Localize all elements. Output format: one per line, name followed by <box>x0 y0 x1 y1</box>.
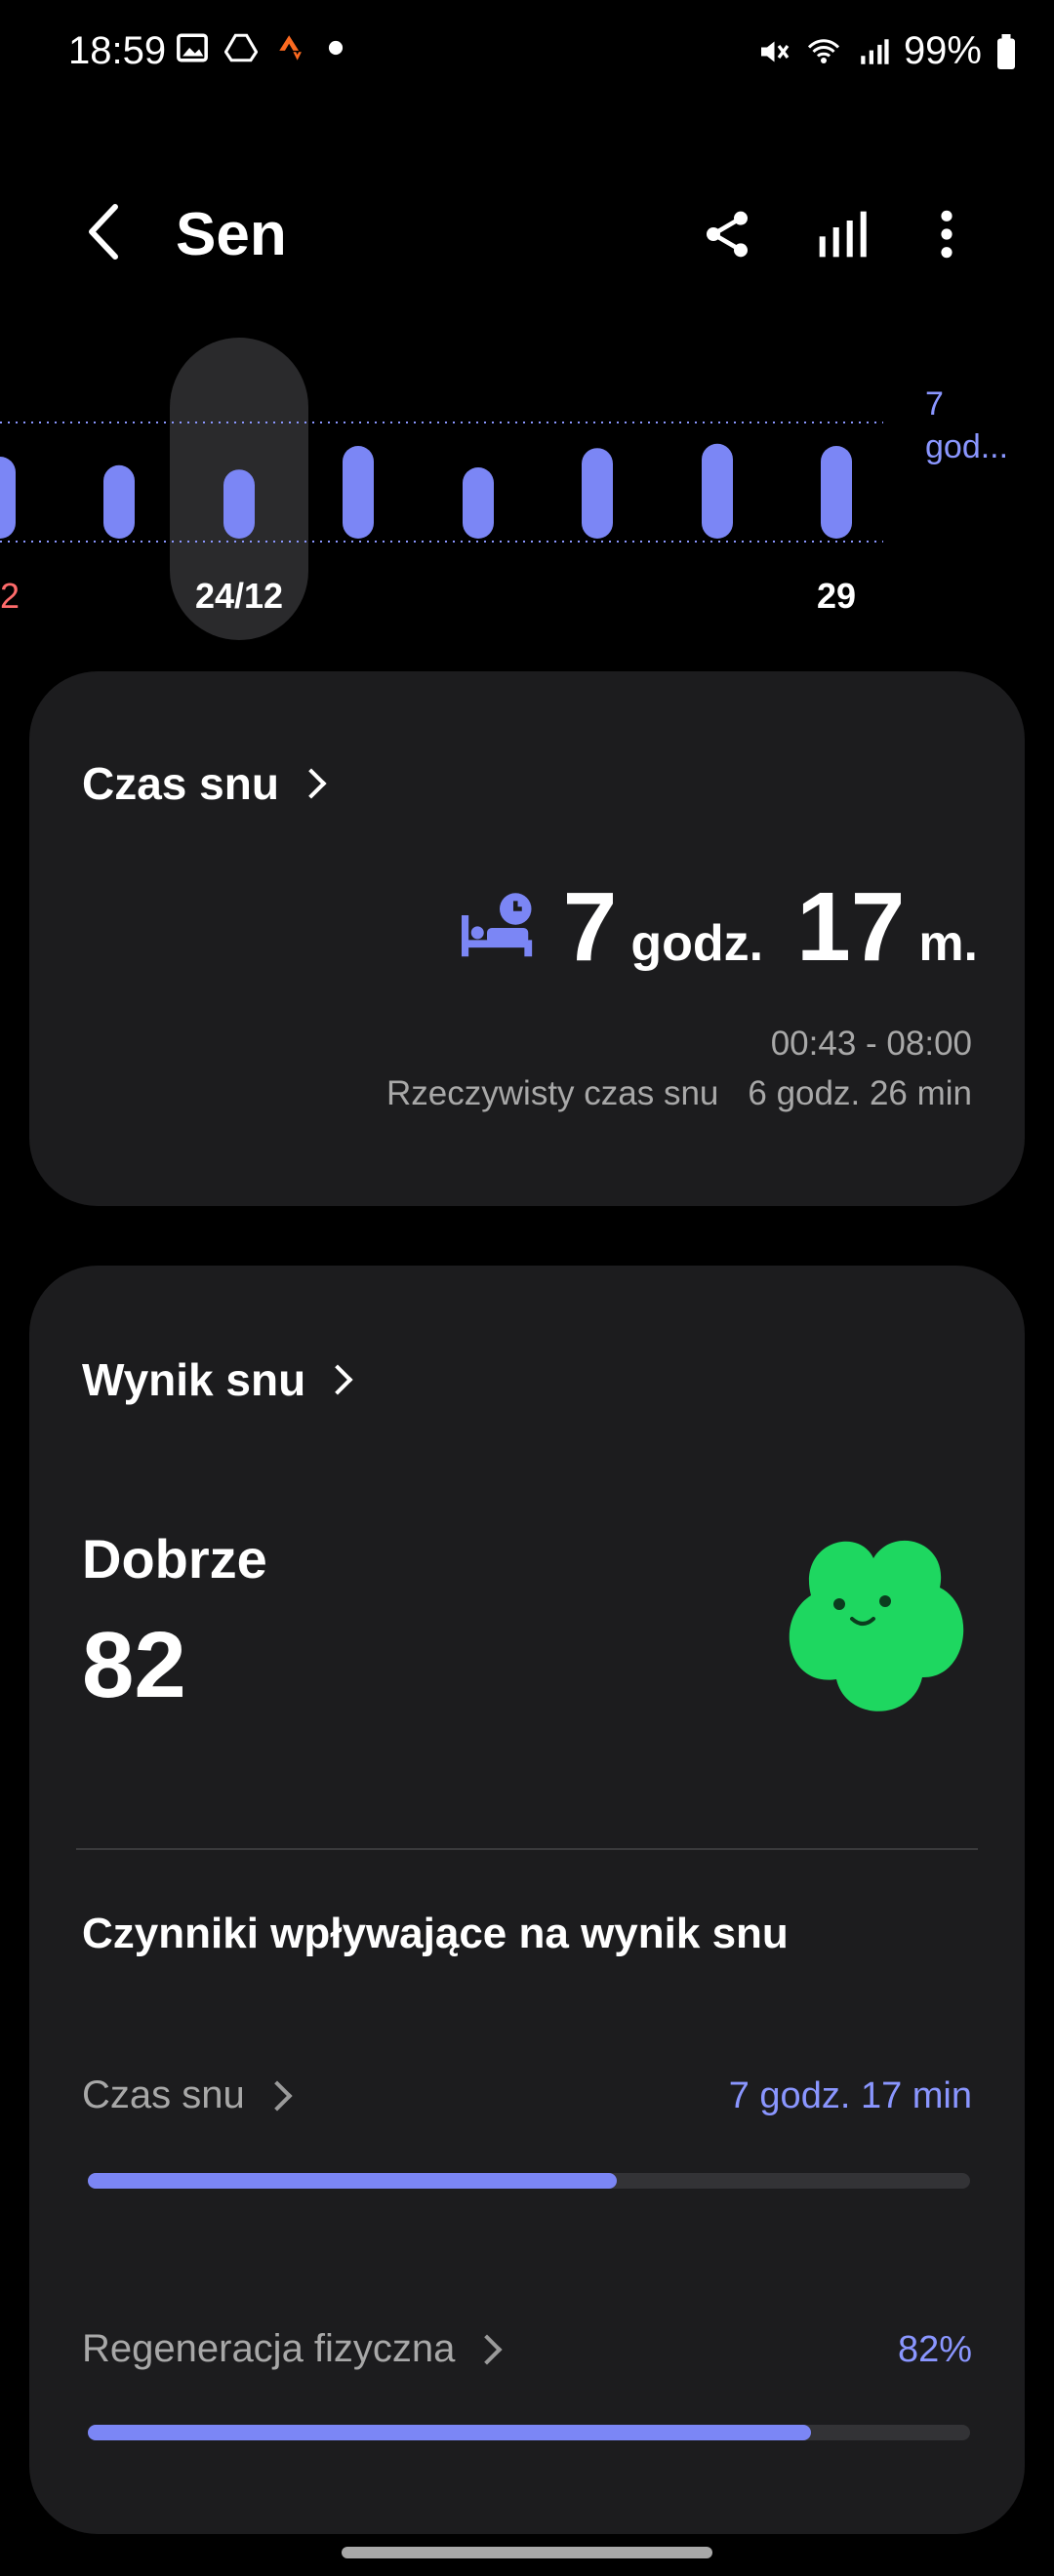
home-indicator[interactable] <box>342 2547 712 2558</box>
factor-value: 82% <box>897 2329 972 2370</box>
actual-sleep-label: Rzeczywisty czas snu <box>386 1074 719 1112</box>
sleep-minutes-unit: m. <box>918 915 978 972</box>
actual-sleep-row: Rzeczywisty czas snu 6 godz. 26 min <box>386 1074 972 1113</box>
chart-day-label[interactable]: 28 <box>698 576 737 616</box>
strava-icon <box>279 35 302 60</box>
factor-progress-fill <box>88 2173 618 2189</box>
sleep-minutes: 17 <box>796 872 906 982</box>
sleep-mascot-icon <box>789 1540 964 1711</box>
chart-day-label[interactable]: 2 <box>0 576 20 616</box>
sleep-hours: 7 <box>562 872 618 982</box>
chart-bar[interactable] <box>463 467 494 539</box>
sleep-time-card[interactable]: Czas snu 7 godz. 17 m. 00:43 - 08:00 Rze… <box>29 671 1025 1206</box>
chart-day-label[interactable]: 26 <box>459 576 498 616</box>
signal-icon <box>861 38 889 64</box>
back-arrow-icon <box>89 204 118 260</box>
sleep-duration-chart[interactable]: 2 23 24/12 25 26 27 28 29 <box>0 332 1054 644</box>
dot-icon <box>328 40 344 56</box>
sleep-time-title[interactable]: Czas snu <box>82 757 327 810</box>
chart-axis-value: 7 <box>925 385 944 423</box>
battery-text: 99% <box>903 29 982 72</box>
image-icon <box>177 33 208 62</box>
factor-value: 7 godz. 17 min <box>728 2075 972 2116</box>
sleep-score-value: 82 <box>82 1613 186 1717</box>
page-title: Sen <box>176 201 287 268</box>
chevron-right-icon <box>296 768 327 799</box>
chart-day-label[interactable]: 27 <box>578 576 617 616</box>
actual-sleep-value: 6 godz. 26 min <box>748 1074 972 1112</box>
chart-day-label[interactable]: 25 <box>339 576 378 616</box>
factor-label: Czas snu <box>82 2073 245 2116</box>
sleep-score-rating: Dobrze <box>82 1528 267 1590</box>
factor-progress-fill <box>88 2425 812 2440</box>
share-button[interactable] <box>693 200 761 268</box>
chart-bar[interactable] <box>343 446 374 539</box>
status-notification-icons <box>176 31 345 64</box>
chart-bar[interactable] <box>702 443 733 539</box>
chart-bar[interactable] <box>103 464 135 539</box>
chart-bar[interactable] <box>0 457 16 539</box>
factor-progress-track <box>88 2425 970 2440</box>
drive-icon <box>224 33 258 62</box>
chevron-right-icon <box>322 1364 353 1395</box>
factor-physical-recovery[interactable]: Regeneracja fizyczna <box>82 2327 503 2371</box>
chart-bar[interactable] <box>582 448 613 539</box>
more-icon <box>941 210 953 259</box>
chart-icon <box>819 211 867 258</box>
chart-axis-label: 7 god... <box>925 382 1033 468</box>
chart-day-label[interactable]: 29 <box>817 576 856 616</box>
factor-label: Regeneracja fizyczna <box>82 2327 456 2370</box>
bed-clock-icon <box>461 892 532 956</box>
chevron-right-icon <box>262 2079 293 2112</box>
chart-bar[interactable] <box>821 446 852 539</box>
mute-icon <box>760 41 790 61</box>
sleep-time-range: 00:43 - 08:00 <box>770 1025 972 1063</box>
chevron-right-icon <box>471 2333 503 2365</box>
chart-day-label[interactable]: 24/12 <box>195 576 283 616</box>
more-options-button[interactable] <box>912 200 981 268</box>
wifi-icon <box>807 38 839 63</box>
trends-button[interactable] <box>808 200 876 268</box>
chart-day-label[interactable]: 23 <box>100 576 139 616</box>
divider <box>76 1848 978 1850</box>
sleep-score-title-text: Wynik snu <box>82 1354 306 1405</box>
back-button[interactable] <box>76 195 135 268</box>
chart-bar[interactable] <box>223 469 255 539</box>
sleep-duration-value: 7 godz. 17 m. <box>461 871 978 984</box>
sleep-score-title[interactable]: Wynik snu <box>82 1353 353 1406</box>
sleep-score-card[interactable]: Wynik snu Dobrze 82 Czynniki wpływające … <box>29 1266 1025 2534</box>
sleep-hours-unit: godz. <box>630 915 764 972</box>
factor-sleep-time[interactable]: Czas snu <box>82 2073 293 2117</box>
factors-heading: Czynniki wpływające na wynik snu <box>82 1910 789 1957</box>
battery-icon <box>997 33 1015 69</box>
status-time: 18:59 <box>68 29 167 72</box>
chart-axis-unit: god... <box>925 428 1009 465</box>
sleep-time-title-text: Czas snu <box>82 758 279 809</box>
share-icon <box>707 211 748 258</box>
status-system: 99% <box>755 29 1017 73</box>
factor-progress-track <box>88 2173 970 2189</box>
